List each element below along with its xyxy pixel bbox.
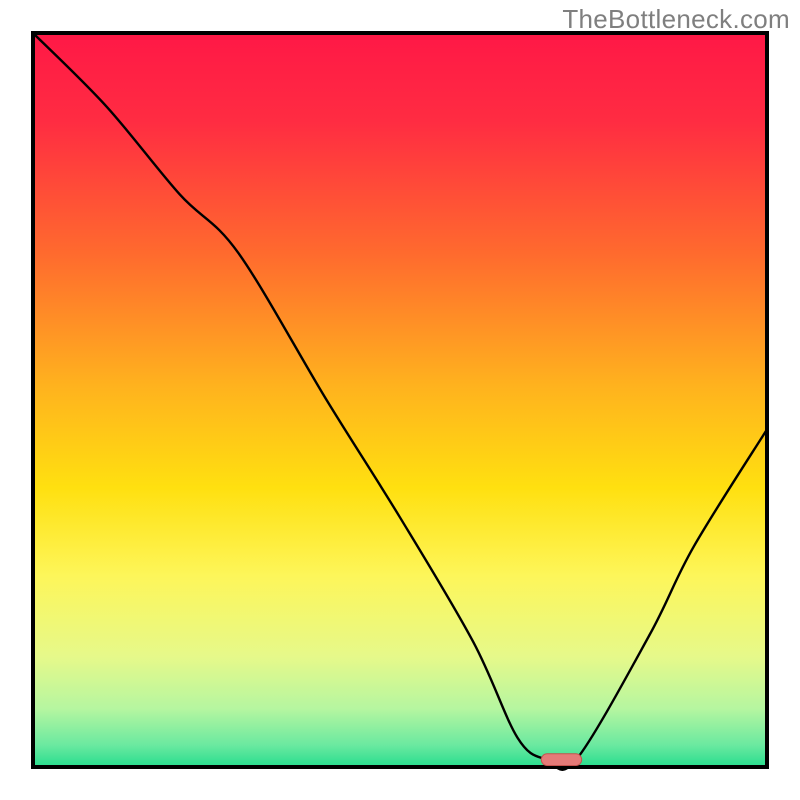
optimum-marker — [541, 754, 581, 766]
plot-background — [33, 33, 767, 767]
watermark-text: TheBottleneck.com — [562, 4, 790, 35]
bottleneck-chart — [0, 0, 800, 800]
chart-frame: TheBottleneck.com — [0, 0, 800, 800]
